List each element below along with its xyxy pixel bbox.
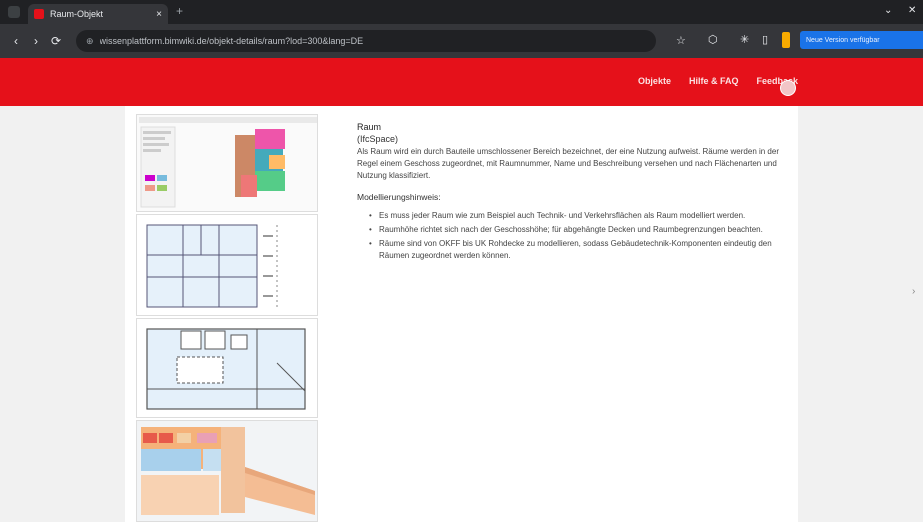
extension-icon[interactable]: ⬡ [708,33,718,46]
object-title: Raum [357,122,382,132]
tab-search-icon[interactable] [8,6,20,18]
forward-icon[interactable]: › [26,34,46,48]
nav-objekte[interactable]: Objekte [638,76,671,86]
back-icon[interactable]: ‹ [6,34,26,48]
floor-plan-image[interactable] [136,214,318,316]
model-3d-image[interactable] [136,114,318,212]
url-text: wissenplattform.bimwiki.de/objekt-detail… [99,36,364,46]
rooms-3d-image[interactable] [136,420,318,522]
close-window-icon[interactable]: ✕ [908,5,916,16]
profile-icon[interactable] [782,32,790,48]
update-button[interactable]: Neue Version verfügbar [800,31,923,49]
bookmark-star-icon[interactable]: ☆ [676,34,686,47]
modeling-heading: Modellierungshinweis: [357,192,441,202]
list-item: Es muss jeder Raum wie zum Beispiel auch… [369,210,787,222]
modeling-list: Es muss jeder Raum wie zum Beispiel auch… [357,210,787,262]
minimize-icon[interactable]: ⌄ [884,5,892,16]
tab-close-icon[interactable]: × [156,9,162,20]
site-info-icon[interactable]: ⊕ [86,36,94,47]
reload-icon[interactable]: ⟳ [46,34,66,48]
extension-icon[interactable]: ✳ [740,33,749,46]
description-paragraph: Als Raum wird ein durch Bauteile umschlo… [357,147,779,180]
list-item: Raumhöhe richtet sich nach der Geschossh… [369,224,787,236]
nav-hilfe-faq[interactable]: Hilfe & FAQ [689,76,739,86]
browser-tab[interactable]: Raum-Objekt × [28,4,168,24]
detail-plan-image[interactable] [136,318,318,418]
browser-tabbar: Raum-Objekt × + ⌄ ✕ [0,0,923,24]
user-avatar[interactable] [780,80,796,96]
object-description: Raum (IfcSpace) Als Raum wird ein durch … [357,122,787,264]
side-panel-toggle-icon[interactable]: › [912,286,923,300]
list-item: Räume sind von OKFF bis UK Rohdecke zu m… [369,238,787,262]
ifc-class: (IfcSpace) [357,134,399,144]
sidepanel-icon[interactable]: ▯ [762,33,768,46]
favicon-icon [34,9,44,19]
new-tab-icon[interactable]: + [176,4,183,18]
header-nav: Objekte Hilfe & FAQ Feedback [638,76,798,86]
tab-title: Raum-Objekt [50,9,104,19]
address-bar[interactable]: ⊕ wissenplattform.bimwiki.de/objekt-deta… [76,30,656,52]
